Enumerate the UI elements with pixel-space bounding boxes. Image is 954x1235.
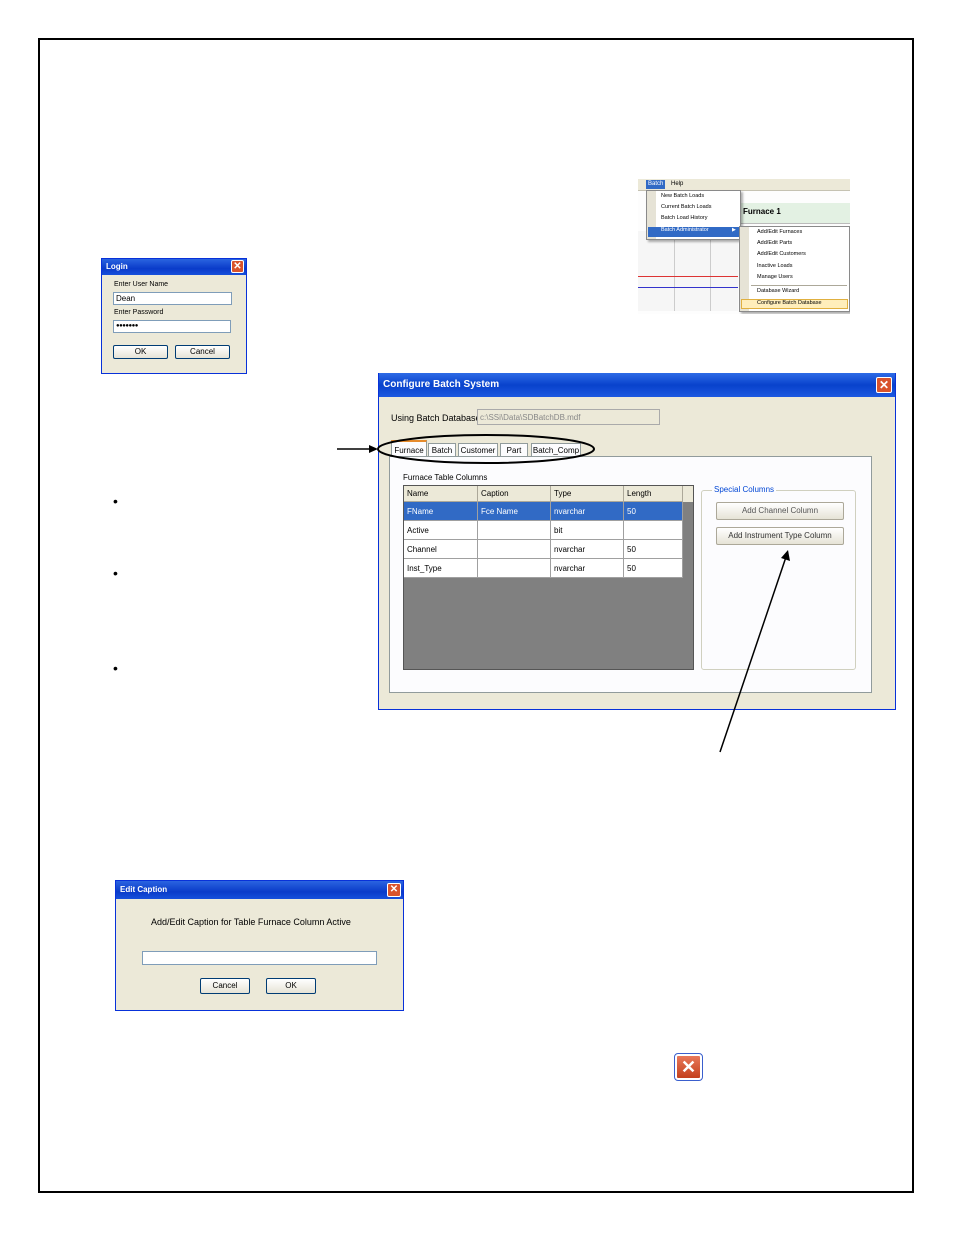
caption-input[interactable] xyxy=(142,951,377,965)
edit-caption-title-bar: Edit Caption ✕ xyxy=(116,881,403,899)
close-icon: ✕ xyxy=(674,1053,703,1081)
button-arrow-head-icon xyxy=(781,550,790,561)
ok-button[interactable]: OK xyxy=(266,978,316,994)
tabs-highlight-ellipse xyxy=(377,434,595,464)
cancel-button[interactable]: Cancel xyxy=(200,978,250,994)
button-arrow xyxy=(719,556,787,753)
annotation-overlay xyxy=(337,434,790,753)
tabs-arrow-head-icon xyxy=(369,445,378,453)
close-icon[interactable]: ✕ xyxy=(387,883,401,897)
edit-caption-title: Edit Caption xyxy=(120,885,168,894)
edit-caption-dialog: Edit Caption ✕ Add/Edit Caption for Tabl… xyxy=(115,880,404,1011)
caption-prompt: Add/Edit Caption for Table Furnace Colum… xyxy=(151,917,351,927)
